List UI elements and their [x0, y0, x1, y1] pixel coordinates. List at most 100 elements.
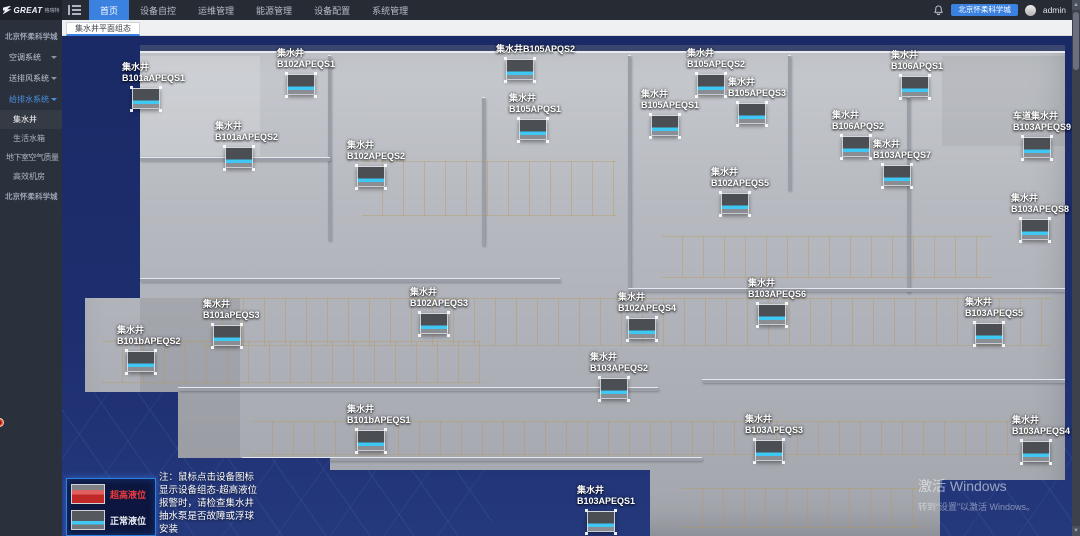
- sump-well-marker[interactable]: 集水井B103APEQS4: [1012, 415, 1070, 462]
- sidebar-group-ventilation[interactable]: 送排风系统: [0, 68, 62, 89]
- marker-label: 集水井B103APEQS5: [965, 297, 1023, 319]
- marker-label: 集水井B106APQS1: [891, 50, 943, 72]
- wall-line: [628, 56, 631, 291]
- sump-well-marker[interactable]: 集水井B101aAPEQS1: [122, 62, 185, 109]
- marker-label: 集水井B101bAPEQS1: [347, 404, 411, 426]
- sump-well-marker[interactable]: 集水井B103APEQS5: [965, 297, 1023, 344]
- nav-item-system[interactable]: 系统管理: [361, 0, 419, 20]
- sump-well-marker[interactable]: 集水井B102APEQS3: [410, 287, 468, 334]
- nav-item-energy[interactable]: 能源管理: [245, 0, 303, 20]
- marker-label: 集水井B105APEQS1: [641, 89, 699, 111]
- water-level-icon: [287, 74, 315, 95]
- note-line: 显示设备组态-超高液位: [159, 484, 277, 497]
- sidebar-header-project-2: 北京怀柔科学城: [0, 186, 62, 207]
- sidebar-group-hvac[interactable]: 空调系统: [0, 47, 62, 68]
- wall-line: [178, 388, 658, 391]
- marker-label: 集水井B101aPEQS3: [203, 299, 260, 321]
- marker-label: 集水井B105APQS1: [509, 93, 561, 115]
- water-level-icon: [842, 136, 870, 157]
- app-logo: GREAT 格瑞特: [0, 0, 62, 20]
- sump-well-marker[interactable]: 集水井B103APEQS7: [873, 139, 931, 186]
- parking-stalls: [682, 488, 922, 528]
- project-button[interactable]: 北京怀柔科学城: [951, 4, 1018, 16]
- water-level-icon: [420, 313, 448, 334]
- top-bar-right: 北京怀柔科学城 admin: [933, 4, 1080, 16]
- nav-item-operations[interactable]: 运维管理: [187, 0, 245, 20]
- wall-line: [702, 380, 1065, 383]
- sump-well-marker[interactable]: 集水井B105APQS2: [496, 44, 575, 80]
- sump-well-marker[interactable]: 集水井B102APEQS5: [711, 167, 769, 214]
- sump-well-marker[interactable]: 集水井B101aPEQS3: [203, 299, 260, 346]
- marker-label: 集水井B102APEQS5: [711, 167, 769, 189]
- notification-bell-icon[interactable]: [933, 5, 944, 16]
- sump-well-marker[interactable]: 集水井B106APQS1: [891, 50, 943, 97]
- menu-toggle-icon[interactable]: [68, 5, 81, 15]
- sump-well-marker[interactable]: 集水井B102APEQS2: [347, 140, 405, 187]
- water-level-icon: [755, 440, 783, 461]
- nav-item-device-control[interactable]: 设备自控: [129, 0, 187, 20]
- water-level-icon: [1022, 441, 1050, 462]
- sump-well-marker[interactable]: 集水井B101bAPEQS1: [347, 404, 411, 451]
- note-line: 报警时，请检查集水井: [159, 497, 277, 510]
- water-level-icon: [901, 76, 929, 97]
- marker-label: 集水井B103APEQS7: [873, 139, 931, 161]
- sump-well-marker[interactable]: 集水井B102APEQS1: [277, 48, 335, 95]
- water-level-icon: [738, 103, 766, 124]
- vertical-scrollbar[interactable]: ▲ ▼: [1072, 0, 1080, 536]
- brand-name: GREAT: [14, 6, 43, 15]
- normal-level-label: 正常液位: [110, 514, 146, 527]
- scroll-up-icon[interactable]: ▲: [1072, 0, 1080, 10]
- sump-well-marker[interactable]: 集水井B101bAPEQS2: [117, 325, 181, 372]
- sump-well-marker[interactable]: 集水井B105APEQS1: [641, 89, 699, 136]
- marker-label: 集水井B102APEQS2: [347, 140, 405, 162]
- water-level-icon: [721, 193, 749, 214]
- marker-label: 集水井B103APEQS2: [590, 352, 648, 374]
- nav-item-device-config[interactable]: 设备配置: [303, 0, 361, 20]
- sump-well-marker[interactable]: 集水井B102APEQS4: [618, 292, 676, 339]
- sump-well-marker[interactable]: 集水井B103APEQS3: [745, 414, 803, 461]
- high-level-icon: [71, 484, 105, 504]
- operation-note: 注：鼠标点击设备图标 显示设备组态-超高液位 报警时，请检查集水井 抽水泵是否故…: [159, 471, 277, 536]
- sump-well-marker[interactable]: 集水井B103APEQS1: [577, 485, 635, 532]
- water-level-icon: [132, 88, 160, 109]
- sump-well-marker[interactable]: 集水井B103APEQS2: [590, 352, 648, 399]
- scrollbar-thumb[interactable]: [1073, 12, 1079, 70]
- marker-label: 集水井B105APEQS2: [687, 48, 745, 70]
- water-level-icon: [357, 430, 385, 451]
- water-level-icon: [127, 351, 155, 372]
- sidebar-item-air-quality[interactable]: 地下室空气质量: [0, 148, 62, 167]
- water-level-icon: [628, 318, 656, 339]
- marker-label: 集水井B101aAPEQS2: [215, 121, 278, 143]
- marker-label: 集水井B103APEQS8: [1011, 193, 1069, 215]
- top-bar: GREAT 格瑞特 首页 设备自控 运维管理 能源管理 设备配置 系统管理 北京…: [0, 0, 1080, 20]
- marker-label: 集水井B103APEQS1: [577, 485, 635, 507]
- sidebar-group-drainage[interactable]: 给排水系统: [0, 89, 62, 110]
- sump-well-marker[interactable]: 集水井B101aAPEQS2: [215, 121, 278, 168]
- wall-line: [788, 56, 791, 191]
- normal-level-icon: [71, 510, 105, 530]
- water-level-icon: [506, 59, 534, 80]
- sidebar-item-sump-well[interactable]: 集水井: [0, 110, 62, 129]
- water-level-icon: [758, 304, 786, 325]
- sump-well-marker[interactable]: 集水井B105APQS1: [509, 93, 561, 140]
- marker-label: 集水井B103APEQS4: [1012, 415, 1070, 437]
- user-avatar[interactable]: [1025, 5, 1036, 16]
- level-legend: 超高液位 正常液位: [66, 478, 156, 536]
- sump-well-marker[interactable]: 车道集水井B103APEQS9: [1013, 111, 1071, 158]
- scroll-down-icon[interactable]: ▼: [1072, 526, 1080, 536]
- marker-label: 集水井B103APEQS3: [745, 414, 803, 436]
- wall-line: [140, 279, 560, 282]
- sump-well-marker[interactable]: 集水井B105APEQS3: [728, 77, 786, 124]
- sump-well-marker[interactable]: 集水井B103APEQS8: [1011, 193, 1069, 240]
- sidebar-header-project-1: 北京怀柔科学城: [0, 26, 62, 47]
- marker-label: 集水井B101bAPEQS2: [117, 325, 181, 347]
- floorplan-map[interactable]: 超高液位 正常液位 注：鼠标点击设备图标 显示设备组态-超高液位 报警时，请检查…: [62, 36, 1072, 536]
- sump-well-marker[interactable]: 集水井B103APEQS6: [748, 278, 806, 325]
- marker-label: 集水井B102APEQS4: [618, 292, 676, 314]
- tab-sump-well-plan[interactable]: 集水井平面组态: [66, 22, 140, 36]
- sidebar-item-plant-room[interactable]: 高效机房: [0, 167, 62, 186]
- nav-item-home[interactable]: 首页: [89, 0, 129, 20]
- sidebar-item-water-tank[interactable]: 生活水箱: [0, 129, 62, 148]
- water-level-icon: [697, 74, 725, 95]
- floorplan-render: [62, 36, 1072, 536]
